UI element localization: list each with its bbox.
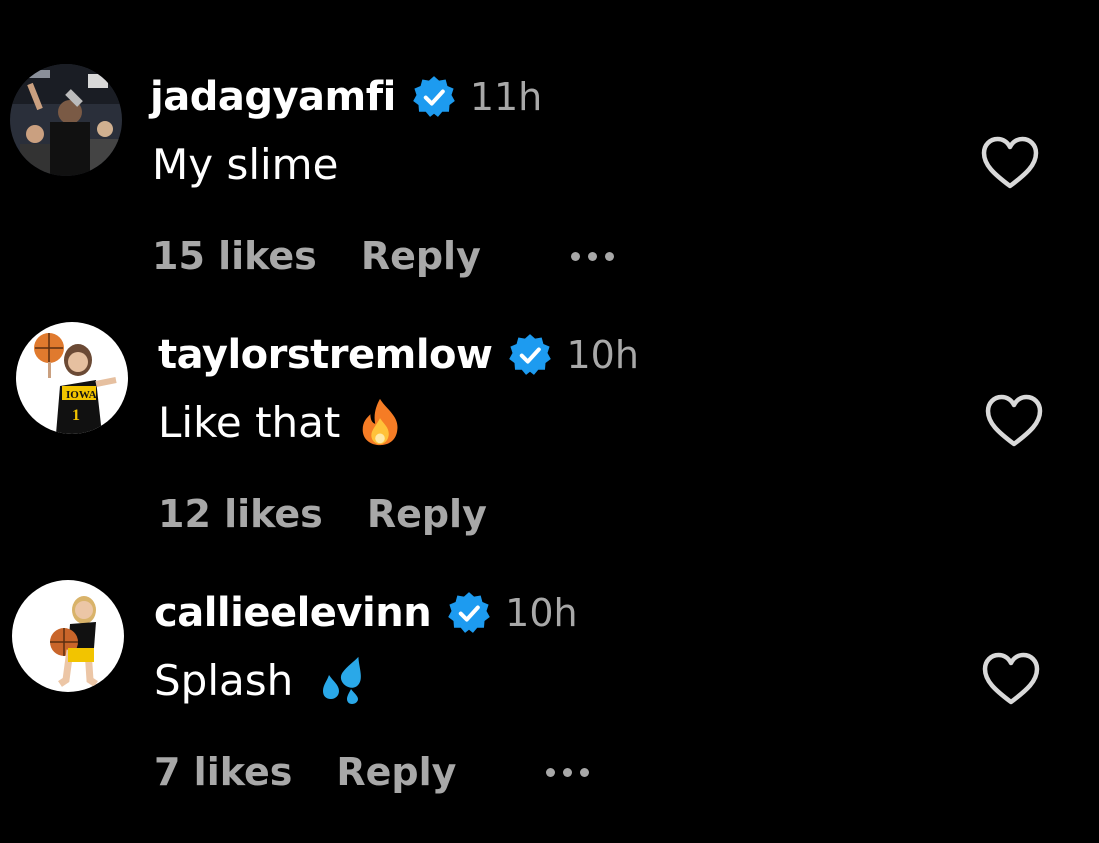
- comment-header: callieelevinn 10h: [154, 588, 578, 638]
- comment-header: taylorstremlow 10h: [158, 330, 639, 380]
- avatar[interactable]: IOWA 1: [16, 322, 128, 434]
- sweat-droplets-emoji-icon: [323, 656, 362, 704]
- like-heart-icon[interactable]: [981, 136, 1039, 190]
- like-heart-icon[interactable]: [982, 652, 1040, 706]
- comment-item: callieelevinn 10h Splash 7 likes Reply: [0, 516, 1099, 794]
- comment-body: Splash: [154, 655, 294, 705]
- timestamp: 10h: [505, 591, 578, 635]
- comment-body: My slime: [152, 139, 339, 189]
- timestamp: 10h: [566, 333, 639, 377]
- svg-text:IOWA: IOWA: [66, 389, 97, 401]
- avatar[interactable]: [12, 580, 124, 692]
- more-options-icon[interactable]: [546, 767, 590, 777]
- comment-item: IOWA 1 taylorstremlow 10h Like that 12 l…: [0, 258, 1099, 536]
- verified-badge-icon: [413, 76, 455, 117]
- avatar[interactable]: [10, 64, 122, 176]
- timestamp: 11h: [469, 75, 543, 119]
- likes-count[interactable]: 7 likes: [154, 750, 292, 794]
- reply-button[interactable]: Reply: [336, 750, 456, 794]
- username[interactable]: taylorstremlow: [158, 332, 493, 378]
- verified-badge-icon: [509, 334, 552, 375]
- username[interactable]: callieelevinn: [154, 590, 432, 636]
- comment-item: jadagyamfi 11h My slime 15 likes Reply: [0, 0, 1099, 278]
- comment-text: Splash: [154, 652, 365, 708]
- comment-header: jadagyamfi 11h: [150, 72, 542, 122]
- verified-badge-icon: [448, 592, 490, 633]
- comment-text: My slime: [152, 136, 338, 192]
- comment-body: Like that: [158, 397, 341, 447]
- like-heart-icon[interactable]: [985, 394, 1043, 448]
- comment-text: Like that: [158, 394, 404, 450]
- username[interactable]: jadagyamfi: [150, 74, 396, 120]
- svg-text:1: 1: [72, 407, 80, 424]
- fire-emoji-icon: [363, 398, 398, 446]
- comment-actions: 7 likes Reply: [154, 748, 590, 796]
